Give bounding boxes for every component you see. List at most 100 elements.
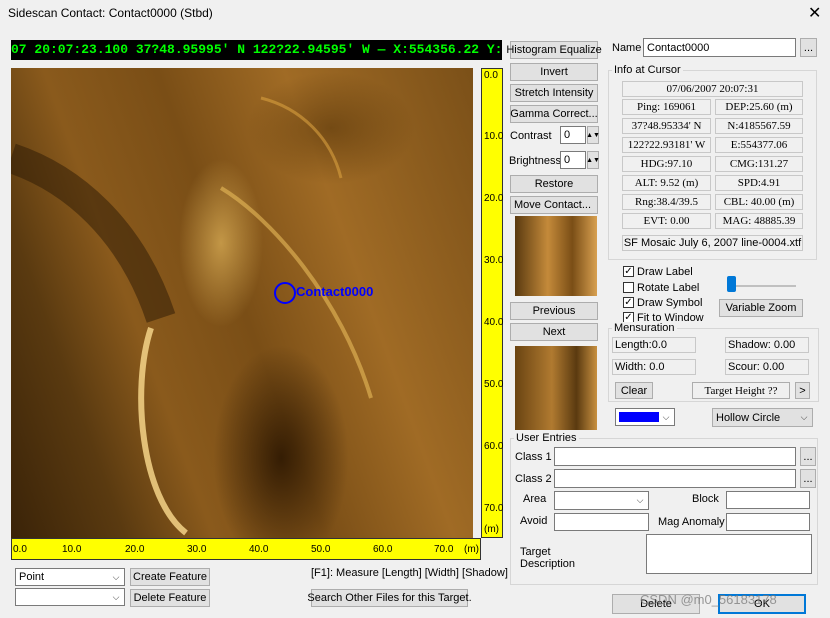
symbol-color-swatch: [619, 412, 659, 422]
v-tick: (m): [484, 524, 499, 535]
v-tick: 70.0: [484, 503, 504, 514]
brightness-label: Brightness: [509, 155, 561, 167]
info-latitude: 37?48.95334' N: [622, 118, 711, 134]
h-tick: 60.0: [373, 544, 393, 555]
draw-symbol-checkbox[interactable]: ✓: [623, 297, 634, 308]
target-height-value: Target Height ??: [692, 382, 790, 399]
brightness-spinner[interactable]: ▲▼: [586, 151, 600, 169]
horizontal-ruler: 0.0 10.0 20.0 30.0 40.0 50.0 60.0 70.0 (…: [11, 538, 481, 560]
class2-field[interactable]: [554, 469, 796, 488]
window-title: Sidescan Contact: Contact0000 (Stbd): [8, 6, 213, 20]
search-other-files-button[interactable]: Search Other Files for this Target.: [307, 589, 472, 607]
contrast-label: Contrast: [510, 130, 552, 142]
draw-symbol-text: Draw Symbol: [637, 297, 703, 309]
h-tick: (m): [464, 544, 479, 555]
v-tick: 10.0: [484, 131, 504, 142]
name-browse-button[interactable]: ...: [800, 38, 817, 57]
v-tick: 40.0: [484, 317, 504, 328]
stretch-intensity-button[interactable]: Stretch Intensity: [510, 84, 598, 102]
target-description-label: Target Description: [520, 546, 576, 570]
invert-button[interactable]: Invert: [510, 63, 598, 81]
info-ping: Ping: 169061: [622, 99, 711, 115]
v-tick: 60.0: [484, 441, 504, 452]
rotate-label-checkbox[interactable]: [623, 282, 634, 293]
info-cable: CBL: 40.00 (m): [715, 194, 803, 210]
feature-list-select[interactable]: ⌵: [15, 588, 125, 606]
chevron-down-icon: ⌵: [112, 591, 120, 602]
area-label: Area: [523, 493, 547, 505]
nav-status-line: 07 20:07:23.100 37?48.95995' N 122?22.94…: [11, 40, 502, 60]
draw-label-checkbox[interactable]: ✓: [623, 266, 634, 277]
chevron-down-icon: ⌵: [112, 571, 120, 582]
class2-browse-button[interactable]: ...: [800, 469, 816, 488]
contrast-spinner[interactable]: ▲▼: [586, 126, 600, 144]
name-field[interactable]: Contact0000: [643, 38, 796, 57]
h-tick: 20.0: [125, 544, 145, 555]
h-tick: 10.0: [62, 544, 82, 555]
target-height-arrow-button[interactable]: >: [795, 382, 810, 399]
gamma-correct-button[interactable]: Gamma Correct...: [510, 105, 598, 123]
name-label: Name: [612, 42, 642, 54]
symbol-shape-value: Hollow Circle: [716, 411, 781, 424]
v-tick: 50.0: [484, 379, 504, 390]
variable-zoom-button[interactable]: Variable Zoom: [719, 299, 803, 317]
info-altitude: ALT: 9.52 (m): [622, 175, 711, 191]
create-feature-button[interactable]: Create Feature: [130, 568, 210, 586]
shadow-value: Shadow: 0.00: [725, 337, 809, 353]
delete-feature-button[interactable]: Delete Feature: [130, 589, 210, 607]
watermark: CSDN @m0_56183178: [640, 592, 777, 607]
symbol-shape-select[interactable]: Hollow Circle ⌵: [712, 408, 813, 427]
mensuration-title: Mensuration: [612, 322, 677, 334]
mag-anomaly-label: Mag Anomaly: [658, 516, 725, 528]
class1-field[interactable]: [554, 447, 796, 466]
info-longitude: 122?22.93181' W: [622, 137, 711, 153]
info-range: Rng:38.4/39.5: [622, 194, 711, 210]
chevron-down-icon: ⌵: [662, 411, 670, 422]
measure-hint: [F1]: Measure [Length] [Width] [Shadow]: [311, 567, 508, 579]
histogram-equalize-button[interactable]: Histogram Equalize: [506, 41, 602, 59]
symbol-color-picker[interactable]: ⌵: [615, 408, 675, 426]
zoom-slider-track[interactable]: [728, 285, 796, 287]
scour-value: Scour: 0.00: [725, 359, 809, 375]
avoid-label: Avoid: [520, 515, 548, 527]
block-label: Block: [692, 493, 719, 505]
chevron-down-icon: ⌵: [636, 495, 644, 505]
brightness-field[interactable]: 0: [560, 151, 586, 169]
mag-anomaly-field[interactable]: [726, 513, 810, 531]
info-speed: SPD:4.91: [715, 175, 803, 191]
info-event: EVT: 0.00: [622, 213, 711, 229]
sonar-image[interactable]: Contact0000: [11, 68, 473, 538]
contrast-field[interactable]: 0: [560, 126, 586, 144]
target-description-field[interactable]: [646, 534, 812, 574]
info-filename: SF Mosaic July 6, 2007 line-0004.xtf: [622, 235, 803, 251]
width-value: Width: 0.0: [612, 359, 696, 375]
class1-browse-button[interactable]: ...: [800, 447, 816, 466]
move-contact-button[interactable]: Move Contact...: [510, 196, 598, 214]
previous-button[interactable]: Previous: [510, 302, 598, 320]
v-tick: 20.0: [484, 193, 504, 204]
avoid-field[interactable]: [554, 513, 649, 531]
area-select[interactable]: ⌵: [554, 491, 649, 510]
info-datetime: 07/06/2007 20:07:31: [622, 81, 803, 97]
h-tick: 0.0: [13, 544, 27, 555]
block-field[interactable]: [726, 491, 810, 509]
preview-thumbnail-previous: [515, 216, 597, 296]
contact-label: Contact0000: [296, 284, 374, 299]
chevron-down-icon: ⌵: [800, 412, 808, 422]
info-group-title: Info at Cursor: [612, 64, 683, 76]
clear-button[interactable]: Clear: [615, 382, 653, 399]
next-button[interactable]: Next: [510, 323, 598, 341]
info-magnetometer: MAG: 48885.39: [715, 213, 803, 229]
class2-label: Class 2: [515, 473, 552, 485]
restore-button[interactable]: Restore: [510, 175, 598, 193]
info-northing: N:4185567.59: [715, 118, 803, 134]
feature-type-value: Point: [19, 571, 45, 583]
zoom-slider-thumb[interactable]: [727, 276, 736, 292]
vertical-ruler: 0.0 10.0 20.0 30.0 40.0 50.0 60.0 70.0 (…: [481, 68, 503, 538]
close-icon[interactable]: ✕: [808, 3, 821, 23]
preview-thumbnail-next: [515, 346, 597, 430]
contact-marker-icon[interactable]: [274, 282, 296, 304]
feature-type-select[interactable]: Point ⌵: [15, 568, 125, 586]
v-tick: 0.0: [484, 70, 498, 81]
v-tick: 30.0: [484, 255, 504, 266]
